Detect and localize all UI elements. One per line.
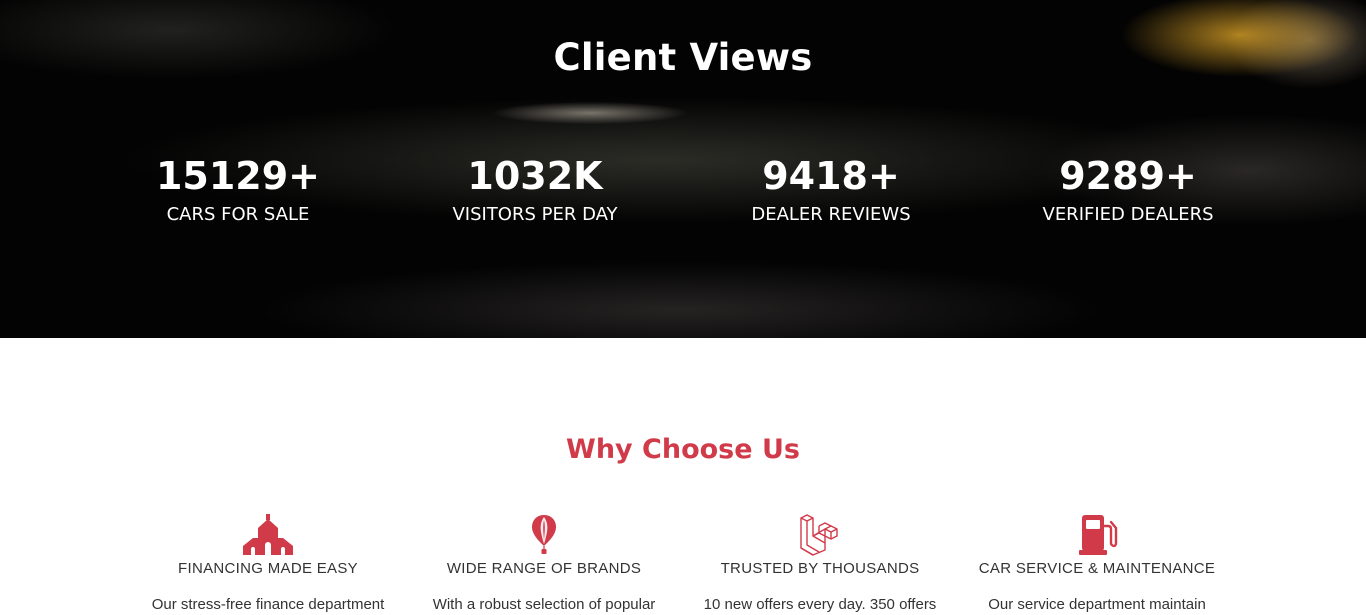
stat-value: 1032K — [467, 154, 603, 198]
feature-title: FINANCING MADE EASY — [178, 560, 358, 577]
client-views-section: Client Views 15129+ CARS FOR SALE 1032K … — [0, 0, 1366, 338]
stat-value: 15129+ — [155, 154, 321, 198]
feature-service: CAR SERVICE & MAINTENANCE Our service de… — [962, 512, 1232, 615]
feature-description: 10 new offers every day. 350 offers — [703, 596, 937, 613]
client-views-title: Client Views — [553, 36, 813, 79]
bank-icon — [243, 514, 293, 555]
stat-dealer-reviews: 9418+ DEALER REVIEWS — [681, 150, 981, 228]
stat-value: 9418+ — [762, 154, 900, 198]
feature-title: WIDE RANGE OF BRANDS — [446, 560, 642, 577]
stat-verified-dealers: 9289+ VERIFIED DEALERS — [978, 150, 1278, 228]
stat-label: VISITORS PER DAY — [452, 204, 618, 225]
feature-financing: FINANCING MADE EASY Our stress-free fina… — [133, 512, 403, 615]
stat-cars-for-sale: 15129+ CARS FOR SALE — [88, 150, 388, 228]
laravel-icon — [800, 514, 838, 556]
why-choose-us-title: Why Choose Us — [566, 434, 800, 465]
feature-title: CAR SERVICE & MAINTENANCE — [978, 560, 1216, 577]
feature-title: TRUSTED BY THOUSANDS — [720, 560, 920, 577]
feature-description: With a robust selection of popular — [432, 596, 656, 613]
feature-description: Our service department maintain — [988, 596, 1206, 613]
stat-value: 9289+ — [1059, 154, 1197, 198]
balloon-icon — [532, 515, 556, 554]
feature-trusted: TRUSTED BY THOUSANDS 10 new offers every… — [685, 512, 955, 615]
stat-label: DEALER REVIEWS — [751, 204, 911, 225]
feature-brands: WIDE RANGE OF BRANDS With a robust selec… — [409, 512, 679, 615]
stat-label: CARS FOR SALE — [166, 204, 310, 225]
feature-description: Our stress-free finance department — [151, 596, 385, 613]
fuel-pump-icon — [1079, 515, 1118, 555]
stat-visitors-per-day: 1032K VISITORS PER DAY — [385, 150, 685, 228]
stat-label: VERIFIED DEALERS — [1042, 204, 1214, 225]
